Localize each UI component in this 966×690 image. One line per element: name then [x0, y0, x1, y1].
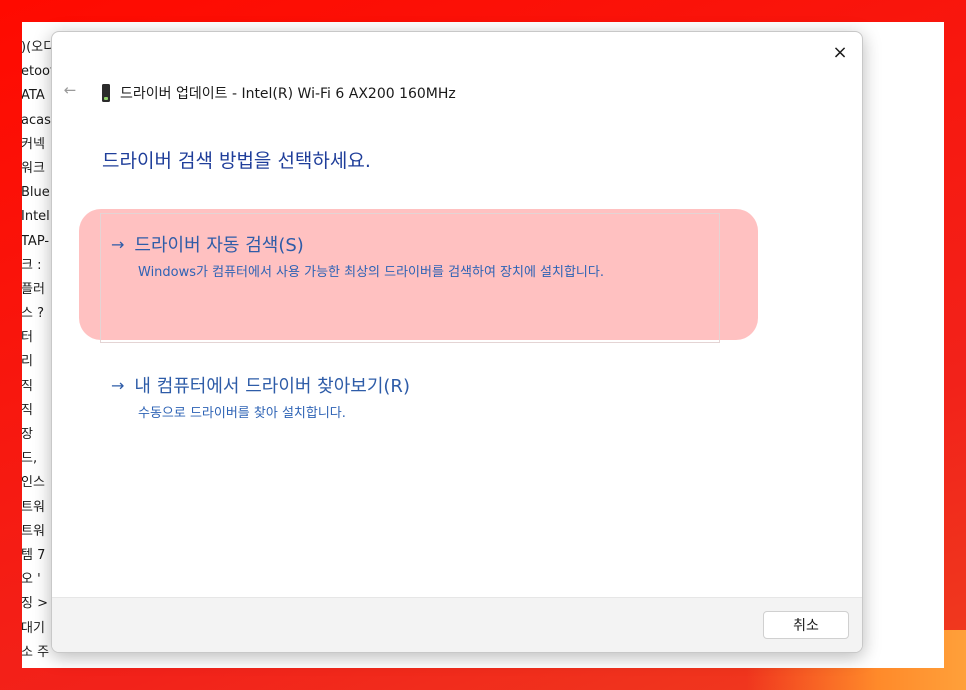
- browse-computer-description: 수동으로 드라이버를 찾아 설치합니다.: [138, 406, 346, 421]
- arrow-right-icon: →: [111, 375, 125, 395]
- browse-computer-option[interactable]: → 내 컴퓨터에서 드라이버 찾아보기(R) 수동으로 드라이버를 찾아 설치합…: [111, 372, 711, 423]
- close-button[interactable]: ×: [826, 38, 854, 66]
- close-icon: ×: [832, 41, 848, 63]
- back-button[interactable]: ←: [60, 80, 80, 100]
- back-arrow-icon: ←: [63, 81, 77, 99]
- page-title: 드라이버 검색 방법을 선택하세요.: [102, 150, 371, 172]
- dialog-title: 드라이버 업데이트 - Intel(R) Wi-Fi 6 AX200 160MH…: [120, 86, 456, 102]
- network-adapter-icon: [102, 84, 110, 102]
- arrow-right-icon: →: [111, 234, 125, 254]
- dialog-header: 드라이버 업데이트 - Intel(R) Wi-Fi 6 AX200 160MH…: [102, 81, 456, 105]
- option-title-row: → 드라이버 자동 검색(S): [111, 231, 711, 257]
- auto-search-title: 드라이버 자동 검색(S): [134, 235, 304, 256]
- list-item[interactable]: 터: [22, 665, 62, 668]
- auto-search-description: Windows가 컴퓨터에서 사용 가능한 최상의 드라이버를 검색하여 장치에…: [138, 265, 604, 280]
- dialog-footer: 취소: [52, 597, 862, 652]
- browse-computer-title: 내 컴퓨터에서 드라이버 찾아보기(R): [134, 376, 410, 397]
- auto-search-option[interactable]: → 드라이버 자동 검색(S) Windows가 컴퓨터에서 사용 가능한 최상…: [111, 231, 711, 282]
- option-title-row: → 내 컴퓨터에서 드라이버 찾아보기(R): [111, 372, 711, 398]
- cancel-button[interactable]: 취소: [763, 611, 849, 639]
- update-driver-dialog: × ← 드라이버 업데이트 - Intel(R) Wi-Fi 6 AX200 1…: [51, 31, 863, 653]
